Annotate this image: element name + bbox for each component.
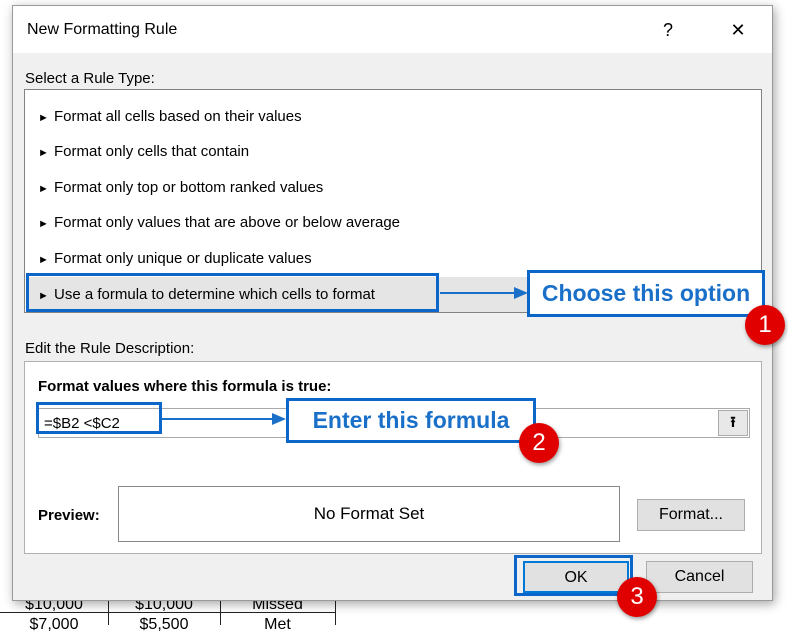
formula-label: Format values where this formula is true… (38, 378, 332, 395)
format-button[interactable]: Format... (637, 499, 745, 531)
callout-choose-option: Choose this option (527, 270, 765, 317)
item-label: Format all cells based on their values (54, 108, 302, 125)
cell[interactable]: $5,500 (108, 614, 220, 634)
arrow-icon: ► (38, 147, 49, 159)
arrow-line (440, 292, 516, 294)
arrow-icon: ► (38, 218, 49, 230)
rule-type-item[interactable]: ► Format all cells based on their values (26, 99, 760, 134)
rule-type-item[interactable]: ► Format only cells that contain (26, 134, 760, 169)
collapse-dialog-button[interactable]: ⭱ (718, 410, 748, 436)
rule-description-group: Format values where this formula is true… (24, 361, 762, 554)
arrow-head-icon (272, 413, 286, 425)
dialog-title: New Formatting Rule (27, 21, 178, 38)
highlight-ok-button (514, 555, 633, 596)
cell[interactable]: $7,000 (0, 614, 108, 634)
highlight-formula-input (36, 402, 162, 434)
arrow-line (162, 418, 276, 420)
title-bar[interactable]: New Formatting Rule ? ✕ (13, 6, 772, 53)
description-label: Edit the Rule Description: (25, 340, 195, 357)
item-label: Format only cells that contain (54, 143, 250, 160)
preview-box: No Format Set (118, 486, 620, 542)
rule-type-item[interactable]: ► Format only values that are above or be… (26, 205, 760, 240)
rule-type-item[interactable]: ► Format only top or bottom ranked values (26, 170, 760, 205)
callout-enter-formula: Enter this formula (286, 398, 536, 443)
close-button[interactable]: ✕ (723, 16, 753, 44)
item-label: Format only top or bottom ranked values (54, 179, 324, 196)
rule-type-label: Select a Rule Type: (25, 70, 155, 87)
preview-label: Preview: (38, 507, 100, 524)
arrow-head-icon (514, 287, 528, 299)
step-badge-1: 1 (745, 305, 785, 345)
highlight-formula-option (26, 273, 439, 312)
step-badge-2: 2 (519, 423, 559, 463)
upload-arrow-icon: ⭱ (730, 414, 736, 431)
arrow-icon: ► (38, 112, 49, 124)
item-label: Format only values that are above or bel… (54, 214, 401, 231)
step-badge-3: 3 (617, 577, 657, 617)
cancel-button[interactable]: Cancel (646, 561, 753, 593)
item-label: Format only unique or duplicate values (54, 250, 312, 267)
arrow-icon: ► (38, 183, 49, 195)
help-button[interactable]: ? (653, 16, 683, 44)
cell[interactable]: Met (220, 614, 335, 634)
